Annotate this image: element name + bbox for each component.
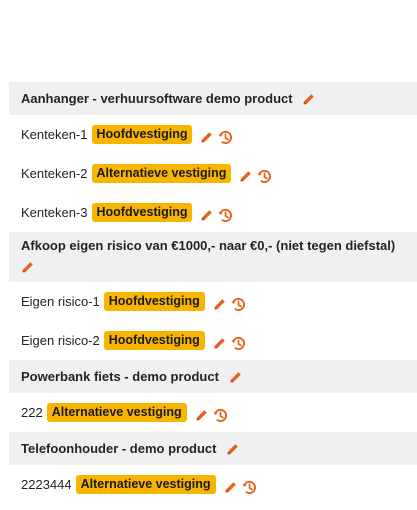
clock-history-icon[interactable] [218, 130, 233, 145]
group-title: Aanhanger - verhuursoftware demo product [21, 91, 293, 106]
unit-name: Eigen risico-1 [21, 294, 100, 309]
group-title: Afkoop eigen risico van €1000,- naar €0,… [21, 238, 396, 253]
pencil-icon[interactable] [200, 209, 213, 222]
clock-history-icon[interactable] [231, 336, 246, 351]
location-badge: Alternatieve vestiging [46, 403, 187, 422]
clock-history-icon[interactable] [242, 480, 257, 495]
product-unit-list: Aanhanger - verhuursoftware demo product… [9, 82, 417, 504]
pencil-icon[interactable] [239, 170, 252, 183]
list-item: Eigen risico-2 Hoofdvestiging [9, 321, 417, 360]
pencil-icon[interactable] [224, 481, 237, 494]
group-header: Telefoonhouder - demo product [9, 432, 417, 465]
location-badge: Hoofdvestiging [91, 203, 193, 222]
pencil-icon[interactable] [200, 131, 213, 144]
location-badge: Hoofdvestiging [103, 292, 205, 311]
unit-name: Eigen risico-2 [21, 333, 100, 348]
location-badge: Hoofdvestiging [103, 331, 205, 350]
unit-name: 2223444 [21, 477, 72, 492]
pencil-icon[interactable] [21, 261, 34, 274]
clock-history-icon[interactable] [231, 297, 246, 312]
pencil-icon[interactable] [226, 443, 239, 456]
list-item: Eigen risico-1 Hoofdvestiging [9, 282, 417, 321]
location-badge: Hoofdvestiging [91, 125, 193, 144]
location-badge: Alternatieve vestiging [91, 164, 232, 183]
group-header: Powerbank fiets - demo product [9, 360, 417, 393]
clock-history-icon[interactable] [218, 208, 233, 223]
unit-name: Kenteken-1 [21, 127, 88, 142]
location-badge: Alternatieve vestiging [75, 475, 216, 494]
pencil-icon[interactable] [213, 298, 226, 311]
clock-history-icon[interactable] [213, 408, 228, 423]
list-item: Kenteken-2 Alternatieve vestiging [9, 154, 417, 193]
unit-name: Kenteken-2 [21, 166, 88, 181]
group-header: Afkoop eigen risico van €1000,- naar €0,… [9, 232, 417, 282]
list-item: Kenteken-3 Hoofdvestiging [9, 193, 417, 232]
clock-history-icon[interactable] [257, 169, 272, 184]
list-item: 222 Alternatieve vestiging [9, 393, 417, 432]
group-title: Telefoonhouder - demo product [21, 441, 217, 456]
pencil-icon[interactable] [302, 93, 315, 106]
pencil-icon[interactable] [229, 371, 242, 384]
list-item: Kenteken-1 Hoofdvestiging [9, 115, 417, 154]
unit-name: Kenteken-3 [21, 205, 88, 220]
list-item: 2223444 Alternatieve vestiging [9, 465, 417, 504]
group-title: Powerbank fiets - demo product [21, 369, 219, 384]
unit-name: 222 [21, 405, 43, 420]
pencil-icon[interactable] [213, 337, 226, 350]
group-header: Aanhanger - verhuursoftware demo product [9, 82, 417, 115]
pencil-icon[interactable] [195, 409, 208, 422]
